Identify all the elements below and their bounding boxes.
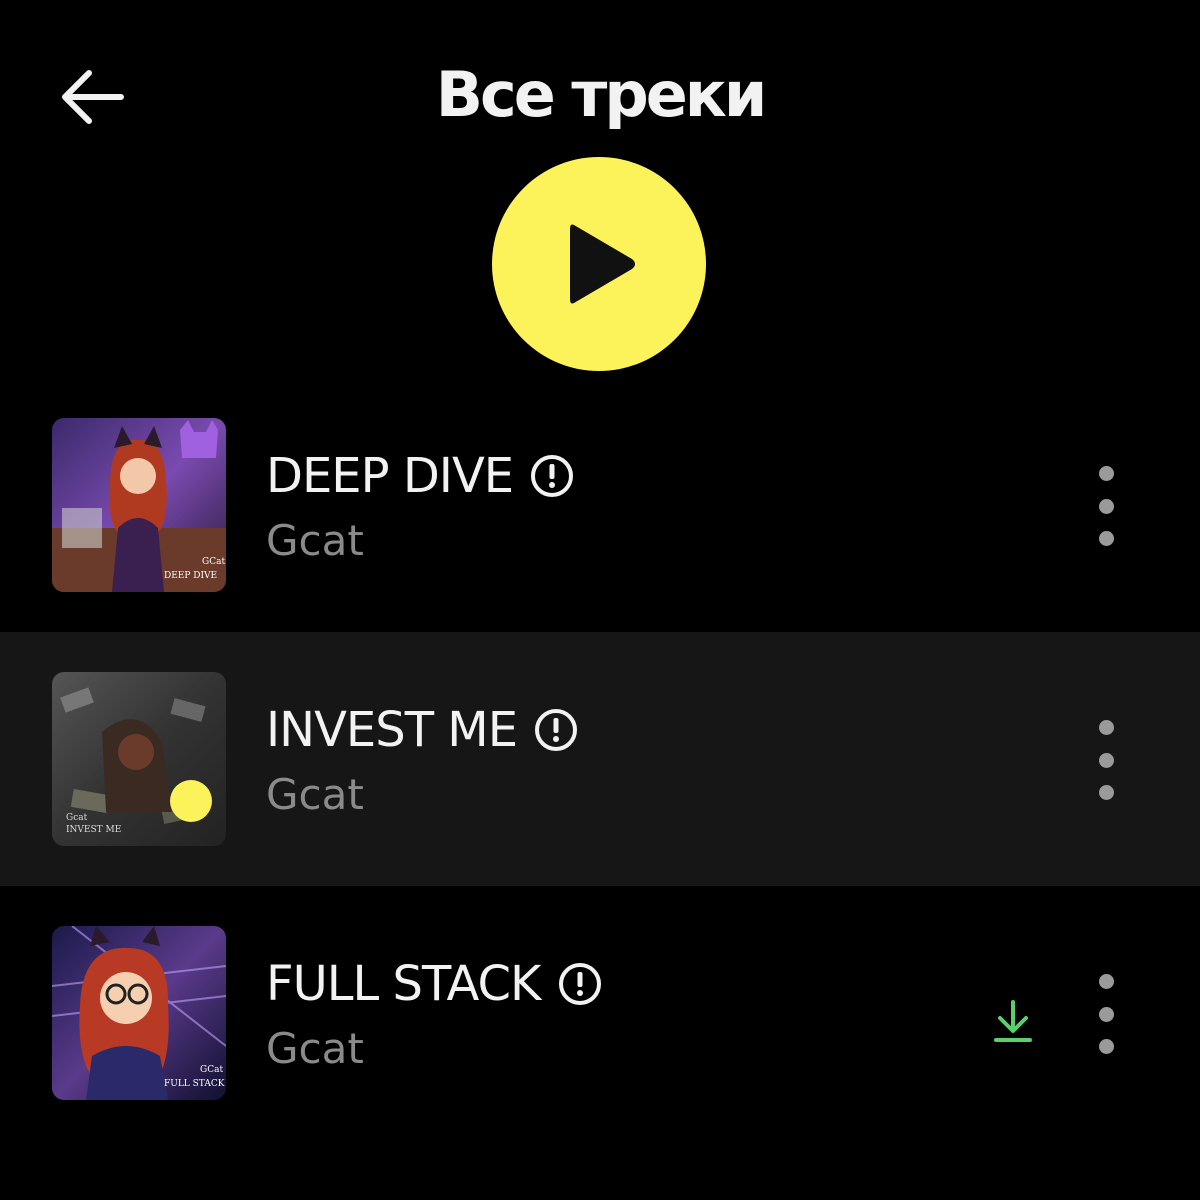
track-list: GCat DEEP DIVE DEEP DIVE Gcat Gcat INVES… — [0, 378, 1200, 1140]
cover-caption: INVEST ME — [66, 825, 121, 835]
more-dot-icon — [1098, 720, 1114, 735]
cover-caption: DEEP DIVE — [164, 571, 217, 581]
play-all-button[interactable] — [492, 157, 706, 371]
more-dot-icon — [1098, 752, 1114, 768]
track-row[interactable]: GCat DEEP DIVE DEEP DIVE Gcat — [0, 378, 1200, 632]
track-title: FULL STACK — [266, 956, 542, 1012]
more-dot-icon — [1098, 974, 1114, 989]
explicit-icon — [558, 963, 601, 1005]
track-cover: Gcat INVEST ME — [52, 672, 226, 846]
cover-caption: Gcat — [66, 813, 88, 823]
track-row[interactable]: GCat FULL STACK FULL STACK Gcat — [0, 886, 1200, 1140]
more-dot-icon — [1098, 1006, 1114, 1022]
more-dot-icon — [1098, 498, 1114, 514]
more-dot-icon — [1098, 1039, 1114, 1054]
downloaded-icon — [994, 1000, 1032, 1042]
more-options-button[interactable] — [1080, 466, 1132, 546]
cover-caption: FULL STACK — [164, 1079, 225, 1089]
more-options-button[interactable] — [1080, 974, 1132, 1054]
track-artist[interactable]: Gcat — [266, 770, 364, 819]
page-title: Все треки — [435, 58, 768, 131]
play-icon — [570, 224, 635, 304]
track-artist[interactable]: Gcat — [266, 516, 364, 565]
explicit-icon — [531, 455, 574, 497]
track-title: DEEP DIVE — [266, 448, 514, 504]
cover-caption: GCat — [202, 557, 225, 567]
more-options-button[interactable] — [1080, 720, 1132, 800]
more-dot-icon — [1098, 785, 1114, 800]
cover-caption: GCat — [200, 1065, 223, 1075]
track-cover: GCat DEEP DIVE — [52, 418, 226, 592]
track-title: INVEST ME — [266, 702, 518, 758]
now-playing-indicator — [170, 780, 212, 822]
explicit-icon — [535, 709, 578, 751]
more-dot-icon — [1098, 466, 1114, 481]
track-row[interactable]: Gcat INVEST ME INVEST ME Gcat — [0, 632, 1200, 886]
track-artist[interactable]: Gcat — [266, 1024, 364, 1073]
more-dot-icon — [1098, 531, 1114, 546]
track-cover: GCat FULL STACK — [52, 926, 226, 1100]
